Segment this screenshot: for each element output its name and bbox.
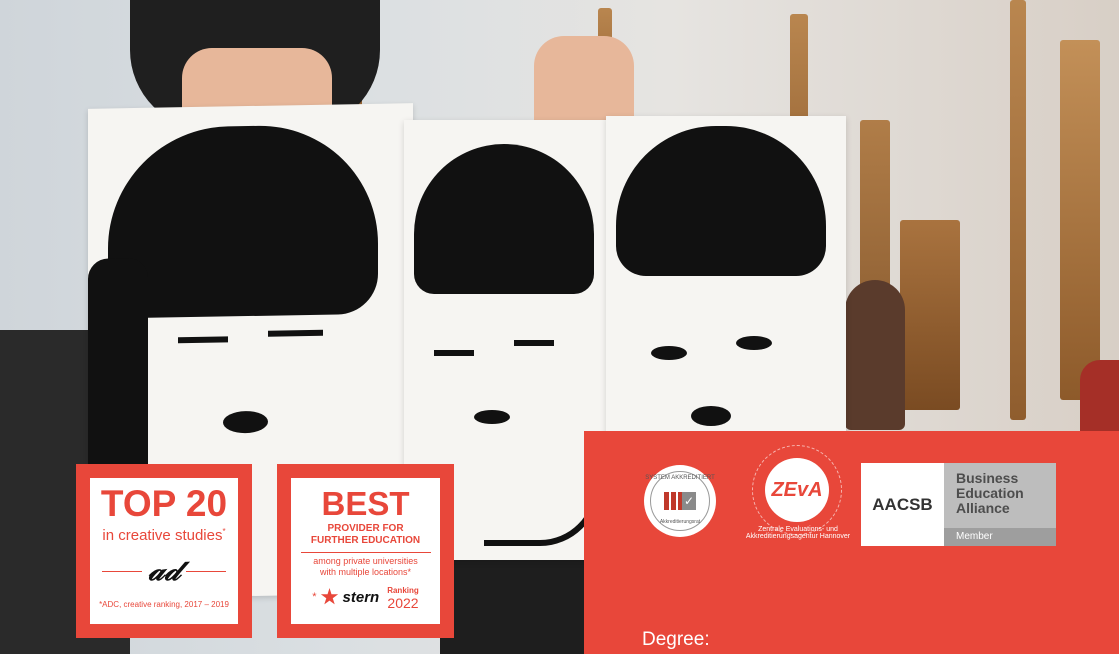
stern-wordmark: stern — [342, 588, 380, 606]
easel — [1010, 0, 1026, 420]
top20-subtitle-text: in creative studies — [102, 527, 223, 544]
ranking-year: 2022 — [387, 595, 419, 611]
stern-asterisk: * — [312, 591, 317, 603]
ink-eye — [178, 336, 228, 344]
seal-top-text: SYSTEM AKKREDITIERT — [645, 475, 715, 481]
easel — [900, 220, 960, 410]
info-panel: SYSTEM AKKREDITIERT ✓ Akkreditierungsrat… — [584, 431, 1119, 654]
divider — [185, 570, 226, 572]
star-icon — [320, 588, 339, 605]
divider — [300, 552, 431, 553]
best-title: BEST — [321, 485, 410, 522]
ink-hair — [88, 257, 148, 489]
adc-logo: 𝒶𝒹 — [148, 553, 180, 588]
aacsb-line2: Education — [956, 485, 1024, 501]
best-note-line2: with multiple locations* — [319, 567, 412, 577]
ranking-label-block: Ranking 2022 — [387, 585, 419, 611]
background-person — [845, 280, 905, 430]
zeva-wordmark: ZEvA — [771, 478, 823, 501]
drawing-sheet-right — [606, 116, 846, 436]
easel — [1060, 40, 1100, 400]
system-accredited-seal: SYSTEM AKKREDITIERT ✓ Akkreditierungsrat — [644, 465, 716, 537]
ink-eye — [736, 336, 772, 350]
adc-logo-row: 𝒶𝒹 — [90, 556, 238, 586]
aacsb-line3: Alliance — [956, 500, 1010, 516]
ink-lips — [223, 410, 268, 434]
ink-neck — [484, 480, 600, 546]
stern-logo: * stern — [312, 588, 379, 606]
best-subtitle-line2: FURTHER EDUCATION — [310, 535, 421, 546]
seal-bottom-text: Akkreditierungsrat — [659, 519, 701, 525]
aacsb-alliance-text: Business Education Alliance — [956, 471, 1024, 516]
ink-hair — [616, 126, 826, 276]
aacsb-logo: AACSB Business Education Alliance Member — [861, 463, 1056, 546]
degree-label: Degree: — [642, 629, 710, 650]
ink-hair — [108, 123, 378, 319]
aacsb-member-label: Member — [944, 528, 1056, 546]
stern-ranking-row: * stern Ranking 2022 — [291, 585, 440, 611]
best-badge-inner: BEST PROVIDER FOR FURTHER EDUCATION amon… — [291, 478, 440, 624]
aacsb-line1: Business — [956, 470, 1019, 486]
ink-eye — [434, 350, 474, 356]
zeva-core: ZEvA — [765, 458, 829, 522]
aacsb-wordmark: AACSB — [872, 494, 933, 514]
zeva-caption: Zentrale Evaluations- und Akkreditierung… — [745, 526, 851, 540]
top20-title: TOP 20 — [100, 483, 228, 524]
aacsb-alliance-block: Business Education Alliance Member — [944, 463, 1056, 546]
ink-hair — [414, 144, 594, 294]
top20-footnote: *ADC, creative ranking, 2017 – 2019 — [99, 600, 229, 609]
divider — [102, 570, 143, 572]
zeva-seal: ZEvA Zentrale Evaluations- und Akkrediti… — [746, 445, 850, 540]
top20-subtitle: in creative studies* — [90, 524, 238, 544]
top20-badge-inner: TOP 20 in creative studies* 𝒶𝒹 *ADC, cre… — [90, 478, 238, 624]
ink-lips — [691, 406, 731, 426]
ink-lips — [474, 410, 510, 424]
ink-eye — [268, 329, 323, 337]
ink-eye — [651, 346, 687, 360]
best-provider-badge: BEST PROVIDER FOR FURTHER EDUCATION amon… — [277, 464, 454, 638]
check-icon: ✓ — [682, 492, 696, 510]
seal-bars-icon — [664, 492, 683, 510]
ink-eye — [514, 340, 554, 346]
best-subtitle-line1: PROVIDER FOR — [327, 523, 404, 534]
best-note-line1: among private universities — [313, 556, 418, 566]
background-person — [1080, 360, 1119, 440]
top20-asterisk: * — [222, 527, 226, 536]
top20-badge: TOP 20 in creative studies* 𝒶𝒹 *ADC, cre… — [76, 464, 252, 638]
